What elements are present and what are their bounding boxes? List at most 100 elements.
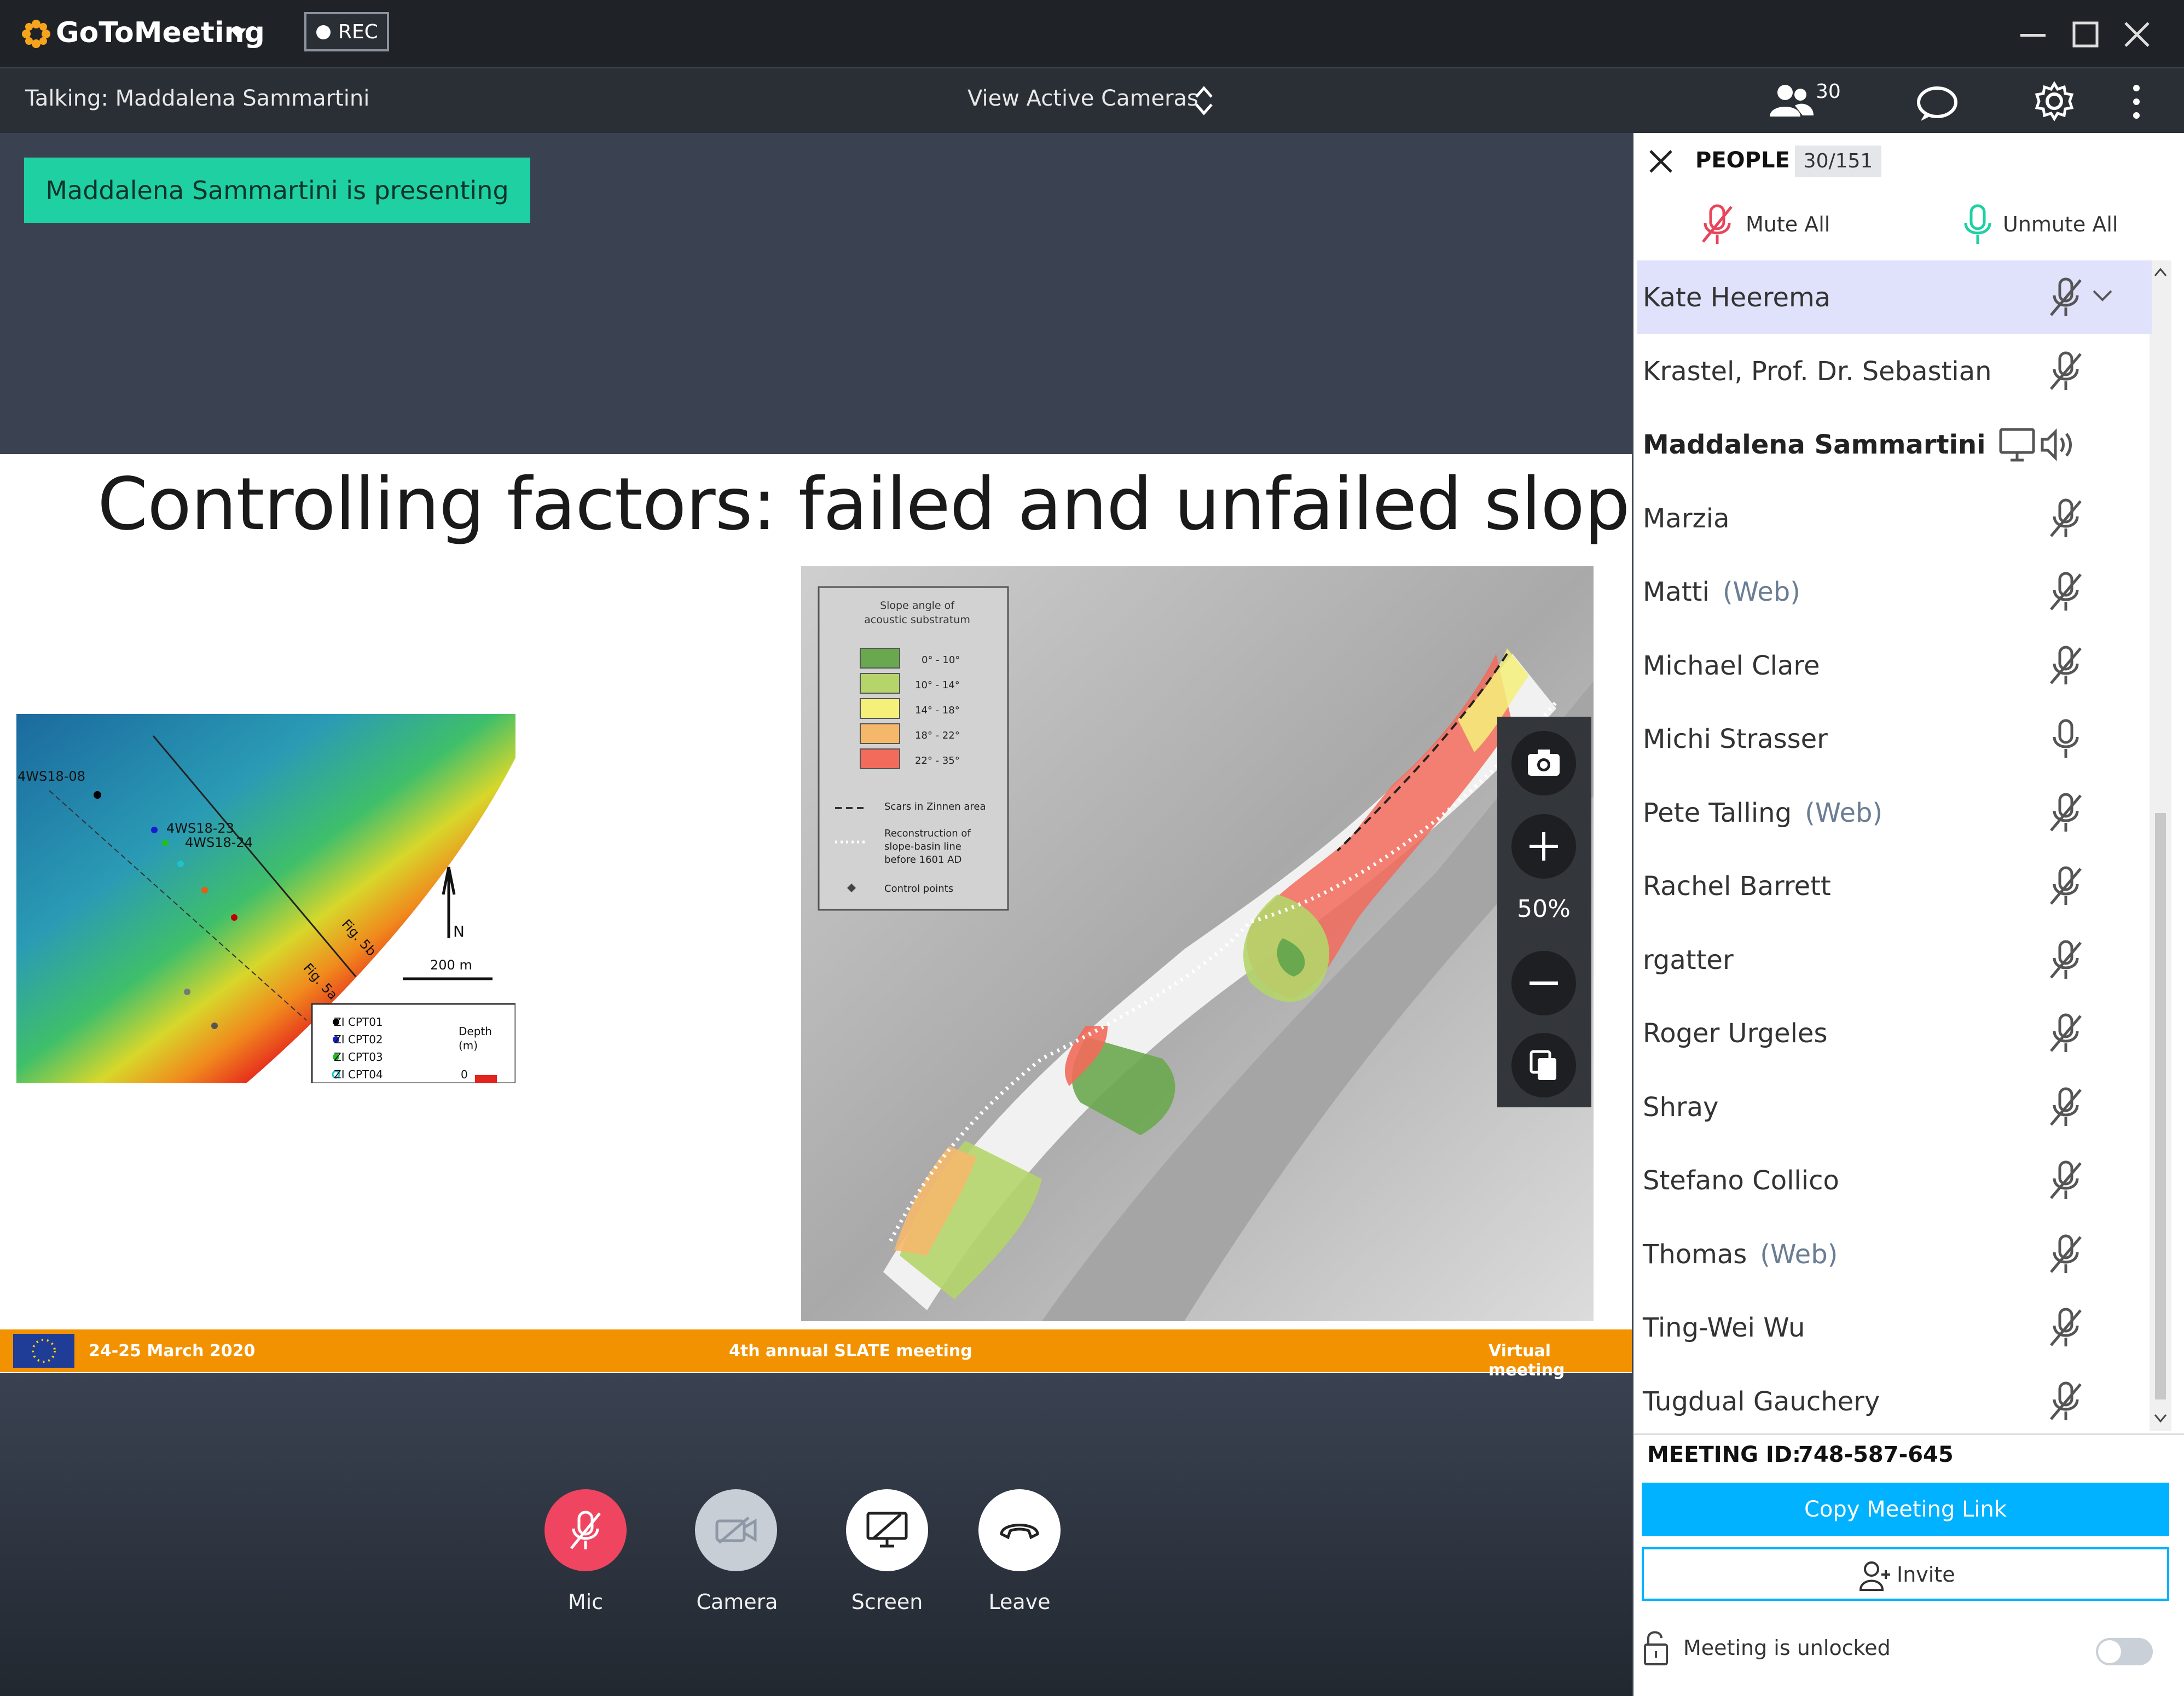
mic-muted-icon[interactable]: [2047, 1087, 2085, 1128]
map-label-4ws18-23: 4WS18-23: [166, 821, 234, 836]
invite-button[interactable]: Invite: [1642, 1547, 2169, 1601]
participant-row[interactable]: Pete Talling (Web): [1637, 776, 2152, 849]
participant-row[interactable]: rgatter: [1637, 923, 2152, 996]
participant-name: Marzia: [1643, 503, 1730, 534]
north-arrow-label: N: [453, 922, 465, 940]
chevron-down-icon[interactable]: [2092, 288, 2113, 306]
participant-row[interactable]: Krastel, Prof. Dr. Sebastian: [1637, 334, 2152, 408]
mute-all-button[interactable]: Mute All: [1699, 202, 1841, 246]
mic-muted-icon[interactable]: [2047, 1234, 2085, 1275]
zoom-in-button[interactable]: [1511, 814, 1576, 879]
mic-icon[interactable]: [2047, 718, 2085, 760]
gear-icon[interactable]: [2034, 80, 2075, 122]
presenting-speaker-icon[interactable]: [1998, 424, 2075, 468]
participant-name: rgatter: [1643, 944, 1734, 975]
participant-row[interactable]: Rachel Barrett: [1637, 849, 2152, 922]
more-options-icon[interactable]: [2131, 84, 2142, 120]
mic-muted-icon[interactable]: [2047, 866, 2085, 907]
participant-name: Maddalena Sammartini: [1643, 429, 1986, 460]
mic-muted-icon[interactable]: [2047, 939, 2085, 981]
zoom-out-button[interactable]: [1511, 951, 1576, 1015]
participant-row[interactable]: Michael Clare: [1637, 629, 2152, 702]
app-menu-chevron-icon[interactable]: [229, 27, 247, 39]
participant-row[interactable]: Matti (Web): [1637, 555, 2152, 628]
participant-name: Tugdual Gauchery: [1643, 1386, 1880, 1417]
participant-row[interactable]: Michi Strasser: [1637, 702, 2152, 775]
leave-button[interactable]: [978, 1489, 1061, 1571]
maximize-icon[interactable]: [2072, 21, 2099, 48]
rec-label: REC: [338, 21, 378, 43]
slope-legend-22-35: 22° - 35°: [915, 755, 960, 766]
status-bar: Talking: Maddalena Sammartini View Activ…: [0, 68, 2184, 133]
mic-muted-icon[interactable]: [2047, 645, 2085, 687]
panel-divider: [1634, 1433, 2184, 1435]
participant-name: Shray: [1643, 1091, 1719, 1123]
map-label-4ws18-08: 4WS18-08: [18, 769, 85, 784]
meeting-id: 748-587-645: [1798, 1442, 1954, 1467]
participant-row[interactable]: Marzia: [1637, 481, 2152, 555]
mic-green-icon: [1964, 204, 1991, 244]
camera-button[interactable]: [695, 1489, 777, 1571]
title-bar: GoToMeeting REC: [0, 0, 2184, 68]
participant-name: Roger Urgeles: [1643, 1018, 1828, 1049]
slide-footer: 24-25 March 2020 4th annual SLATE meetin…: [0, 1329, 1632, 1380]
meeting-lock-status: Meeting is unlocked: [1683, 1636, 1891, 1660]
sort-chevrons-icon[interactable]: [1193, 83, 1215, 119]
map-label-4ws18-24: 4WS18-24: [185, 835, 253, 850]
participant-row[interactable]: Thomas (Web): [1637, 1217, 2152, 1291]
participant-row[interactable]: Maddalena Sammartini: [1637, 408, 2152, 481]
mic-button[interactable]: [544, 1489, 627, 1571]
mic-muted-red-icon: [1702, 204, 1733, 244]
participant-row[interactable]: Tugdual Gauchery: [1637, 1364, 2152, 1438]
copy-meeting-link-button[interactable]: Copy Meeting Link: [1642, 1483, 2169, 1536]
scroll-up-icon[interactable]: [2154, 267, 2167, 277]
participant-name: Stefano Collico: [1643, 1165, 1839, 1196]
people-icon[interactable]: [1769, 83, 1815, 119]
popout-button[interactable]: [1511, 1033, 1576, 1097]
mic-muted-icon[interactable]: [2047, 351, 2085, 392]
mic-muted-icon[interactable]: [2047, 1307, 2085, 1349]
rec-button[interactable]: REC: [304, 12, 389, 51]
participant-name: Kate Heerema: [1643, 282, 1831, 313]
participant-row[interactable]: Kate Heerema: [1637, 260, 2152, 334]
meeting-id-label: MEETING ID:: [1647, 1442, 1801, 1467]
mic-muted-icon[interactable]: [2047, 792, 2085, 834]
control-points-legend: Control points: [884, 883, 954, 895]
footer-date: 24-25 March 2020: [89, 1341, 256, 1361]
bathymetry-map-image: [16, 714, 515, 1083]
minimize-icon[interactable]: [2019, 22, 2047, 49]
close-panel-icon[interactable]: [1648, 149, 1673, 174]
participant-row[interactable]: Stefano Collico: [1637, 1143, 2152, 1217]
unmute-all-button[interactable]: Unmute All: [1959, 202, 2123, 246]
participant-row[interactable]: Shray: [1637, 1070, 2152, 1143]
scroll-down-icon[interactable]: [2154, 1414, 2167, 1424]
mic-muted-icon[interactable]: [2047, 277, 2085, 318]
participant-name: Thomas: [1643, 1239, 1747, 1270]
screenshot-button[interactable]: [1511, 731, 1576, 795]
unmute-all-label: Unmute All: [2003, 212, 2118, 236]
people-scrollbar[interactable]: [2150, 260, 2171, 1431]
view-active-cameras-button[interactable]: View Active Cameras: [968, 86, 1198, 111]
mic-muted-icon: [570, 1511, 601, 1549]
mic-muted-icon[interactable]: [2047, 498, 2085, 539]
close-icon[interactable]: [2123, 21, 2151, 48]
participant-row[interactable]: Roger Urgeles: [1637, 996, 2152, 1070]
meeting-lock-toggle[interactable]: [2096, 1638, 2153, 1665]
participant-name: Rachel Barrett: [1643, 871, 1831, 902]
slope-legend-18-22: 18° - 22°: [915, 730, 960, 741]
mic-label: Mic: [567, 1590, 604, 1614]
participant-row[interactable]: Ting-Wei Wu: [1637, 1291, 2152, 1364]
participant-web-tag: (Web): [1722, 577, 1800, 607]
mic-muted-icon[interactable]: [2047, 571, 2085, 613]
people-count-badge: 30: [1816, 80, 1841, 103]
slope-legend-title: Slope angle of acoustic substratum: [864, 600, 970, 626]
scrollbar-thumb[interactable]: [2155, 813, 2166, 1399]
leave-label: Leave: [988, 1590, 1051, 1614]
mic-muted-icon[interactable]: [2047, 1381, 2085, 1422]
participant-name-wrap: Pete Talling (Web): [1643, 798, 1882, 828]
chat-icon[interactable]: [1915, 85, 1959, 123]
screen-button[interactable]: [846, 1489, 928, 1571]
mic-muted-icon[interactable]: [2047, 1013, 2085, 1054]
mic-muted-icon[interactable]: [2047, 1160, 2085, 1201]
talking-indicator: Talking: Maddalena Sammartini: [25, 86, 370, 111]
